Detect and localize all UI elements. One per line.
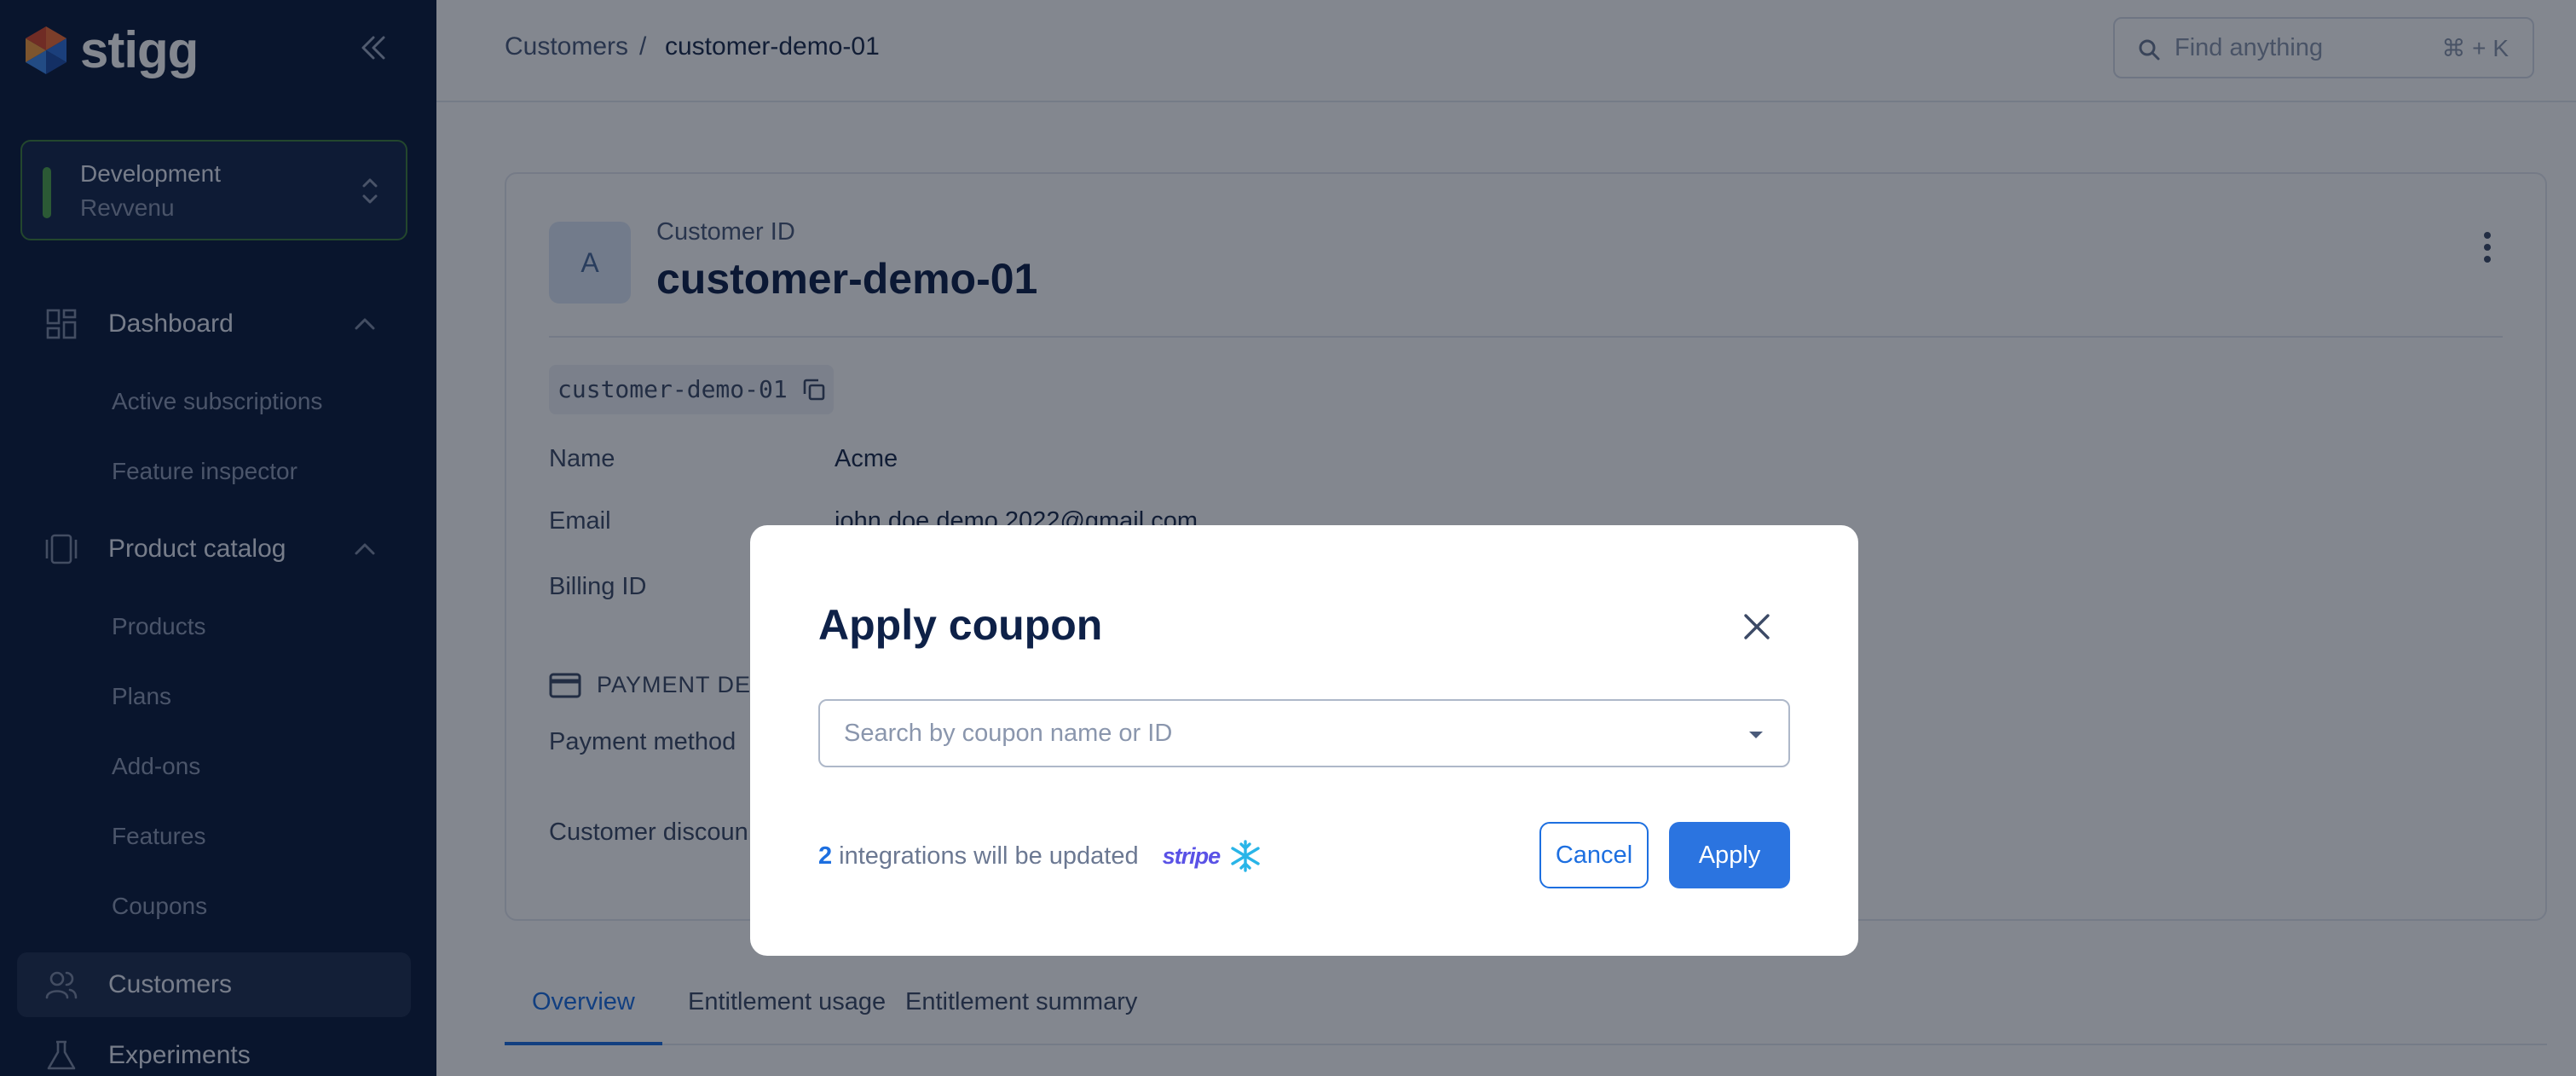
snowflake-icon <box>1231 840 1260 872</box>
apply-coupon-dialog: Apply coupon Search by coupon name or ID… <box>750 525 1858 956</box>
stripe-logo: stripe <box>1162 842 1222 869</box>
coupon-search-select[interactable]: Search by coupon name or ID <box>818 699 1790 767</box>
close-icon[interactable] <box>1739 609 1775 645</box>
apply-button[interactable]: Apply <box>1669 822 1790 888</box>
integrations-count: 2 <box>818 842 833 870</box>
integrations-text: integrations will be updated <box>839 842 1139 870</box>
integrations-notice: 2 integrations will be updated stripe <box>818 839 1262 873</box>
dropdown-arrow-icon <box>1749 732 1763 738</box>
dialog-title: Apply coupon <box>818 601 1103 649</box>
coupon-search-placeholder: Search by coupon name or ID <box>844 720 1173 747</box>
cancel-button[interactable]: Cancel <box>1539 822 1649 888</box>
